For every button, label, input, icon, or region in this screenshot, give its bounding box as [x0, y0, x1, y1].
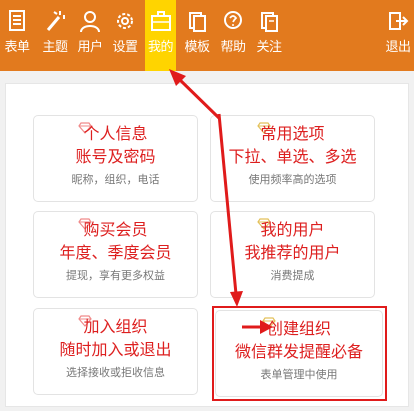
nav-label-templates: 模板 [184, 40, 210, 55]
card-title: 购买会员 [83, 220, 148, 239]
card-create-organization[interactable]: 创建组织 微信群发提醒必备 表单管理中使用 [215, 310, 383, 397]
card-subtitle: 下拉、单选、多选 [228, 147, 357, 166]
card-title: 我的用户 [260, 220, 325, 239]
nav-item-form[interactable]: 表单 [0, 0, 34, 71]
card-title: 加入组织 [83, 317, 148, 336]
nav-label-logout: 退出 [385, 40, 411, 55]
card-personal-info[interactable]: 个人信息 账号及密码 昵称，组织，电话 [33, 115, 198, 202]
card-join-organization[interactable]: 加入组织 随时加入或退出 选择接收或拒收信息 [33, 308, 198, 395]
logout-icon [389, 12, 409, 30]
card-subtitle: 账号及密码 [75, 147, 156, 166]
card-desc: 使用频率高的选项 [248, 173, 337, 186]
card-desc: 消费提成 [270, 269, 315, 282]
gear-icon [117, 13, 133, 29]
nav-item-mine[interactable]: 我的 [145, 0, 176, 71]
card-desc: 表单管理中使用 [260, 368, 338, 381]
card-title: 创建组织 [266, 319, 331, 338]
nav-item-follow[interactable]: 关注 [252, 0, 286, 71]
top-navigation-bar: 表单 主题 用户 设置 我的 模板 帮助 关注 退出 [0, 0, 414, 71]
template-icon [189, 12, 206, 32]
card-subtitle: 微信群发提醒必备 [234, 342, 363, 361]
card-subtitle: 年度、季度会员 [59, 243, 172, 262]
follow-icon [261, 12, 278, 32]
briefcase-icon [150, 11, 171, 31]
card-desc: 提现，享有更多权益 [66, 269, 165, 282]
nav-label-users: 用户 [77, 40, 103, 55]
nav-label-mine: 我的 [147, 40, 174, 55]
card-title: 个人信息 [83, 124, 148, 143]
nav-label-form: 表单 [4, 40, 30, 55]
user-icon [80, 11, 100, 33]
nav-item-help[interactable]: 帮助 [216, 0, 250, 71]
card-my-users[interactable]: 我的用户 我推荐的用户 消费提成 [210, 211, 375, 298]
nav-label-follow: 关注 [256, 40, 282, 55]
nav-label-theme: 主题 [42, 40, 68, 55]
card-title: 常用选项 [260, 124, 325, 143]
card-common-options[interactable]: 常用选项 下拉、单选、多选 使用频率高的选项 [210, 115, 375, 202]
nav-label-help: 帮助 [220, 40, 246, 55]
form-icon [9, 10, 25, 31]
card-desc: 昵称，组织，电话 [71, 173, 160, 186]
nav-item-templates[interactable]: 模板 [180, 0, 214, 71]
nav-item-logout[interactable]: 退出 [382, 0, 414, 71]
nav-item-settings[interactable]: 设置 [108, 0, 142, 71]
card-desc: 选择接收或拒收信息 [66, 366, 165, 379]
card-subtitle: 随时加入或退出 [59, 340, 172, 359]
card-buy-membership[interactable]: 购买会员 年度、季度会员 提现，享有更多权益 [33, 211, 198, 298]
nav-item-users[interactable]: 用户 [74, 0, 106, 71]
magic-wand-icon [46, 11, 65, 31]
card-subtitle: 我推荐的用户 [244, 243, 341, 262]
help-chat-icon [224, 11, 242, 29]
nav-item-theme[interactable]: 主题 [38, 0, 72, 71]
nav-label-settings: 设置 [112, 40, 138, 55]
